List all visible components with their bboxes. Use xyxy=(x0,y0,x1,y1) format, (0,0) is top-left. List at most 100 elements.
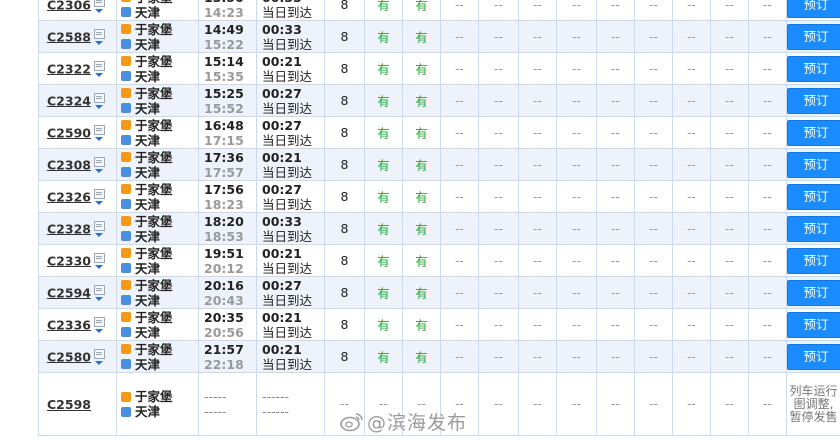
arrival-time: 15:52 xyxy=(204,100,244,116)
train-number-link[interactable]: C2590 xyxy=(47,125,91,140)
seat-unavailable: -- xyxy=(672,20,711,53)
train-row: C2336 于家堡 天津 20:35 20:56 00:21 当日到达 8 有有 -- -- -- --… xyxy=(38,308,840,341)
train-stops-icon[interactable] xyxy=(93,124,105,142)
to-station: 天津 xyxy=(135,196,161,212)
train-cell: C2330 xyxy=(38,244,117,277)
seat-unavailable: -- xyxy=(440,148,479,181)
book-button[interactable]: 预订 xyxy=(787,311,840,338)
start-station-icon xyxy=(121,184,131,194)
duration-cell: 00:21 当日到达 xyxy=(256,244,325,277)
train-stops-icon[interactable] xyxy=(93,188,105,206)
duration: 00:33 xyxy=(262,21,302,37)
book-button[interactable]: 预订 xyxy=(787,151,840,178)
train-stops-icon[interactable] xyxy=(93,348,105,366)
train-stops-icon[interactable] xyxy=(93,220,105,238)
train-number-link[interactable]: C2322 xyxy=(47,61,91,76)
train-cell: C2590 xyxy=(38,116,117,149)
seat-unavailable: -- xyxy=(672,212,711,245)
train-number-link[interactable]: C2580 xyxy=(47,349,91,364)
book-button[interactable]: 预订 xyxy=(787,55,840,82)
train-cell: C2322 xyxy=(38,52,117,85)
seat-unavailable: -- xyxy=(596,372,635,436)
book-button[interactable]: 预订 xyxy=(787,23,840,50)
to-station: 天津 xyxy=(135,292,161,308)
start-station-icon xyxy=(121,312,131,322)
book-button[interactable]: 预订 xyxy=(787,279,840,306)
seat-count-cell: 8 xyxy=(324,148,365,181)
train-cell: C2580 xyxy=(38,340,117,373)
seat-unavailable: -- xyxy=(672,52,711,85)
start-station-icon xyxy=(121,0,131,2)
train-number-link[interactable]: C2308 xyxy=(47,157,91,172)
train-number-link[interactable]: C2588 xyxy=(47,29,91,44)
end-station-icon xyxy=(121,359,131,369)
train-number-link[interactable]: C2330 xyxy=(47,253,91,268)
seat-unavailable: -- xyxy=(478,52,519,85)
time-cell: 17:56 18:23 xyxy=(198,180,257,213)
train-number-link[interactable]: C2324 xyxy=(47,93,91,108)
seat-unavailable: -- xyxy=(634,244,673,277)
train-stops-icon[interactable] xyxy=(93,252,105,270)
seat-unavailable: -- xyxy=(672,244,711,277)
train-number-link[interactable]: C2326 xyxy=(47,189,91,204)
start-station-icon xyxy=(121,248,131,258)
book-button[interactable]: 预订 xyxy=(787,247,840,274)
arrival-day: 当日到达 xyxy=(262,164,313,180)
train-number-link[interactable]: C2328 xyxy=(47,221,91,236)
train-number-link[interactable]: C2594 xyxy=(47,285,91,300)
arrival-day: 当日到达 xyxy=(262,36,313,52)
duration-cell: 00:33当日到达 xyxy=(256,20,325,53)
duration: 00:21 xyxy=(262,149,302,165)
train-number-link[interactable]: C2336 xyxy=(47,317,91,332)
train-row: C2308 于家堡 天津 17:36 17:57 00:21 当日到达 8 有有 -- -- -- --… xyxy=(38,148,840,181)
start-station-icon xyxy=(121,216,131,226)
seat-unavailable: -- xyxy=(634,52,673,85)
train-number-link[interactable]: C2598 xyxy=(47,397,91,412)
train-stops-icon[interactable] xyxy=(93,316,105,334)
seat-count-cell: 8 xyxy=(324,84,365,117)
train-stops-icon[interactable] xyxy=(93,60,105,78)
from-station: 于家堡 xyxy=(135,53,173,69)
seat-unavailable: -- xyxy=(556,340,597,373)
seat-availability: 有 xyxy=(364,0,403,21)
duration: 00:27 xyxy=(262,181,302,197)
seat-unavailable: -- xyxy=(478,0,519,21)
duration: 00:21 xyxy=(262,341,302,357)
seat-availability: 有 xyxy=(364,340,403,373)
seat-unavailable: -- xyxy=(710,0,749,21)
seat-unavailable: -- xyxy=(596,148,635,181)
seat-unavailable: -- xyxy=(556,276,597,309)
seat-unavailable: -- xyxy=(634,308,673,341)
station-cell: 于家堡天津 xyxy=(116,116,199,149)
end-station-icon xyxy=(121,199,131,209)
duration-cell: 00:21 当日到达 xyxy=(256,52,325,85)
action-cell: 预订 xyxy=(786,0,840,21)
book-button[interactable]: 预订 xyxy=(787,87,840,114)
train-stops-icon[interactable] xyxy=(93,284,105,302)
end-station-icon xyxy=(121,295,131,305)
time-cell: 21:57 22:18 xyxy=(198,340,257,373)
arrival-day: 当日到达 xyxy=(262,324,313,340)
train-stops-icon[interactable] xyxy=(93,156,105,174)
train-row: C2330 于家堡 天津 19:51 20:12 00:21 当日到达 8 有有 -- -- -- --… xyxy=(38,244,840,277)
arrival-day: 当日到达 xyxy=(262,100,313,116)
train-stops-icon[interactable] xyxy=(93,0,105,14)
arrival-time: 20:12 xyxy=(204,260,244,276)
duration-cell: 00:33当日到达 xyxy=(256,212,325,245)
train-number-link[interactable]: C2306 xyxy=(47,0,91,12)
seat-unavailable: -- xyxy=(478,276,519,309)
train-stops-icon[interactable] xyxy=(93,92,105,110)
book-button[interactable]: 预订 xyxy=(787,0,840,18)
seat-unavailable: -- xyxy=(478,116,519,149)
book-button[interactable]: 预订 xyxy=(787,119,840,146)
station-cell: 于家堡天津 xyxy=(116,180,199,213)
duration-cell: 00:27 当日到达 xyxy=(256,116,325,149)
station-cell: 于家堡天津 xyxy=(116,372,199,436)
seat-availability: 有 xyxy=(364,148,403,181)
book-button[interactable]: 预订 xyxy=(787,343,840,370)
book-button[interactable]: 预订 xyxy=(787,215,840,242)
train-stops-icon[interactable] xyxy=(93,28,105,46)
book-button[interactable]: 预订 xyxy=(787,183,840,210)
action-cell: 预订 xyxy=(786,84,840,117)
arrival-day: 当日到达 xyxy=(262,228,313,244)
